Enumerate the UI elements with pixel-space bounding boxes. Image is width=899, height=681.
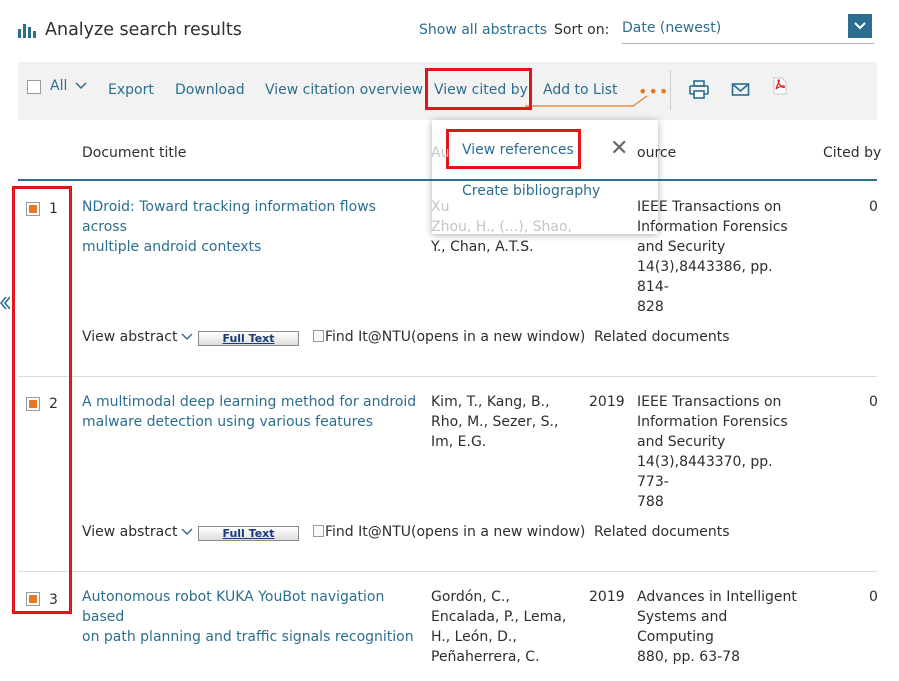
source-line: 788 [637,494,664,510]
authors-cell: Gordón, C., Encalada, P., Lema, H., León… [431,587,581,667]
source-cell: IEEE Transactions on Information Forensi… [637,197,807,317]
source-line: Information Forensics [637,414,788,430]
collapse-sidebar-icon[interactable] [0,296,11,313]
cited-by-count[interactable]: 0 [869,392,878,412]
column-source[interactable]: ource [637,145,676,161]
find-it-label: Find It@NTU(opens in a new window) [325,524,586,540]
export-button[interactable]: Export [108,82,154,98]
sort-value: Date (newest) [622,20,722,36]
toolbar-divider [670,70,671,110]
row-checkboxes-highlight [12,186,72,614]
print-icon[interactable] [688,80,710,104]
cited-by-count[interactable]: 0 [869,197,878,217]
source-line: 14(3),8443386, pp. 814- [637,259,773,295]
title-line: A multimodal deep learning method for an… [82,394,417,410]
source-line: and Security [637,239,726,255]
source-line: Information Forensics [637,219,788,235]
column-cited-by[interactable]: Cited by [823,145,881,161]
chevron-down-icon [75,82,87,90]
authors-line: Xu [431,199,450,215]
authors-line: H., León, D., [431,629,517,645]
source-line: Systems and Computing [637,609,728,645]
page-title-text: Analyze search results [45,20,242,40]
source-line: Advances in Intelligent [637,589,797,605]
more-options-button[interactable]: ••• [638,82,669,101]
source-line: 828 [637,299,664,315]
authors-line: Peñaherrera, C. [431,649,540,665]
year-cell: 2019 [589,394,625,410]
authors-line: Gordón, C., [431,589,510,605]
source-cell: IEEE Transactions on Information Forensi… [637,392,807,512]
authors-line: Rho, M., Sezer, S., [431,414,559,430]
download-button[interactable]: Download [175,82,245,98]
authors-cell: Xu Zhou, H., (...), Shao, Y., Chan, A.T.… [431,197,581,257]
title-line: malware detection using various features [82,414,374,430]
select-all-checkbox[interactable] [27,80,41,94]
more-menu-connector [525,95,648,107]
authors-line: Y., Chan, A.T.S. [431,239,534,255]
related-documents-link[interactable]: Related documents [594,329,730,345]
show-all-abstracts-link[interactable]: Show all abstracts [419,22,547,38]
document-title-link[interactable]: NDroid: Toward tracking information flow… [82,197,422,257]
source-line: IEEE Transactions on [637,394,782,410]
find-it-label: Find It@NTU(opens in a new window) [325,329,586,345]
authors-line: Zhou, H., (...), Shao, [431,219,572,235]
chevron-down-icon [181,528,193,535]
source-line: 14(3),8443370, pp. 773- [637,454,773,490]
analyze-chart-icon [18,22,36,38]
view-abstract-label: View abstract [82,329,178,345]
find-it-link[interactable]: Find It@NTU(opens in a new window) [313,524,585,540]
cited-by-count[interactable]: 0 [869,587,878,607]
source-line: 880, pp. 63-78 [637,649,740,665]
view-citation-overview-button[interactable]: View citation overview [265,82,423,98]
view-abstract-button[interactable]: View abstract [82,329,193,345]
title-line: Autonomous robot KUKA YouBot navigation … [82,589,385,625]
sort-dropdown-icon[interactable] [848,14,872,38]
page-title: Analyze search results [18,20,242,40]
broken-image-icon [313,330,324,342]
authors-line: Encalada, P., Lema, [431,609,567,625]
email-icon[interactable] [731,82,751,102]
full-text-button[interactable]: Full Text [198,526,299,541]
select-all-label: All [50,78,68,94]
title-line: on path planning and traffic signals rec… [82,629,414,645]
sort-select[interactable]: Date (newest) [622,14,874,44]
authors-line: Kim, T., Kang, B., [431,394,550,410]
column-document-title[interactable]: Document title [82,145,186,161]
select-all-dropdown[interactable]: All [50,78,87,94]
table-header-divider [18,179,877,181]
year-cell: 2019 [589,589,625,605]
broken-image-icon [313,525,324,537]
view-abstract-label: View abstract [82,524,178,540]
full-text-button[interactable]: Full Text [198,331,299,346]
source-line: and Security [637,434,726,450]
source-line: IEEE Transactions on [637,199,782,215]
title-line: multiple android contexts [82,239,262,255]
document-title-link[interactable]: A multimodal deep learning method for an… [82,392,422,432]
document-title-link[interactable]: Autonomous robot KUKA YouBot navigation … [82,587,422,647]
title-line: NDroid: Toward tracking information flow… [82,199,376,235]
find-it-link[interactable]: Find It@NTU(opens in a new window) [313,329,585,345]
view-cited-by-highlight [425,68,532,110]
row-divider [18,571,877,572]
column-authors[interactable]: Au [431,145,449,161]
authors-line: Im, E.G. [431,434,487,450]
pdf-icon[interactable] [772,77,788,99]
row-divider [18,376,877,377]
source-cell: Advances in Intelligent Systems and Comp… [637,587,807,667]
close-icon[interactable]: ✕ [610,136,628,161]
view-abstract-button[interactable]: View abstract [82,524,193,540]
chevron-down-icon [181,333,193,340]
related-documents-link[interactable]: Related documents [594,524,730,540]
view-references-highlight [446,129,581,169]
authors-cell: Kim, T., Kang, B., Rho, M., Sezer, S., I… [431,392,581,452]
sort-label: Sort on: [554,22,610,38]
